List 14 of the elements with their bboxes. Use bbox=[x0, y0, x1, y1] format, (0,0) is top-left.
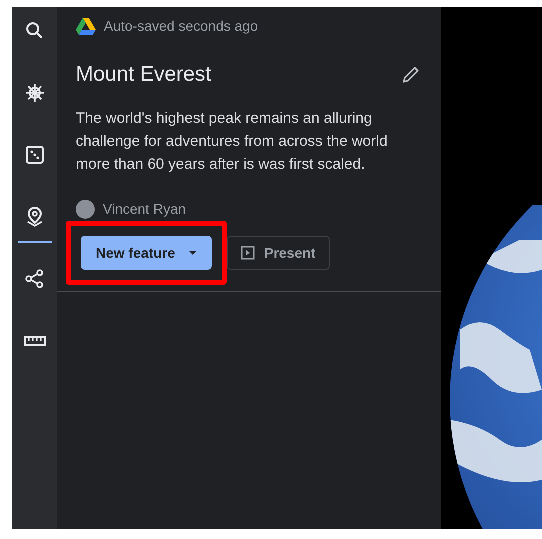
project-description: The world's highest peak remains an alluring challenge for adventures from across the world more than 60 years after is was first scaled. bbox=[75, 108, 389, 174]
play-icon bbox=[241, 246, 256, 260]
ship-wheel-icon bbox=[24, 82, 46, 104]
drive-logo-icon bbox=[76, 18, 96, 36]
dice-icon bbox=[24, 144, 46, 166]
avatar bbox=[76, 200, 95, 218]
edit-icon[interactable] bbox=[401, 64, 421, 85]
project-title: Mount Everest bbox=[76, 62, 212, 88]
new-feature-button[interactable]: New feature bbox=[81, 236, 212, 270]
present-button[interactable]: Present bbox=[227, 236, 330, 270]
share-icon bbox=[24, 268, 46, 290]
save-status: Auto-saved seconds ago bbox=[104, 17, 258, 36]
author-name: Vincent Ryan bbox=[103, 200, 186, 219]
caret-icon bbox=[189, 250, 198, 256]
